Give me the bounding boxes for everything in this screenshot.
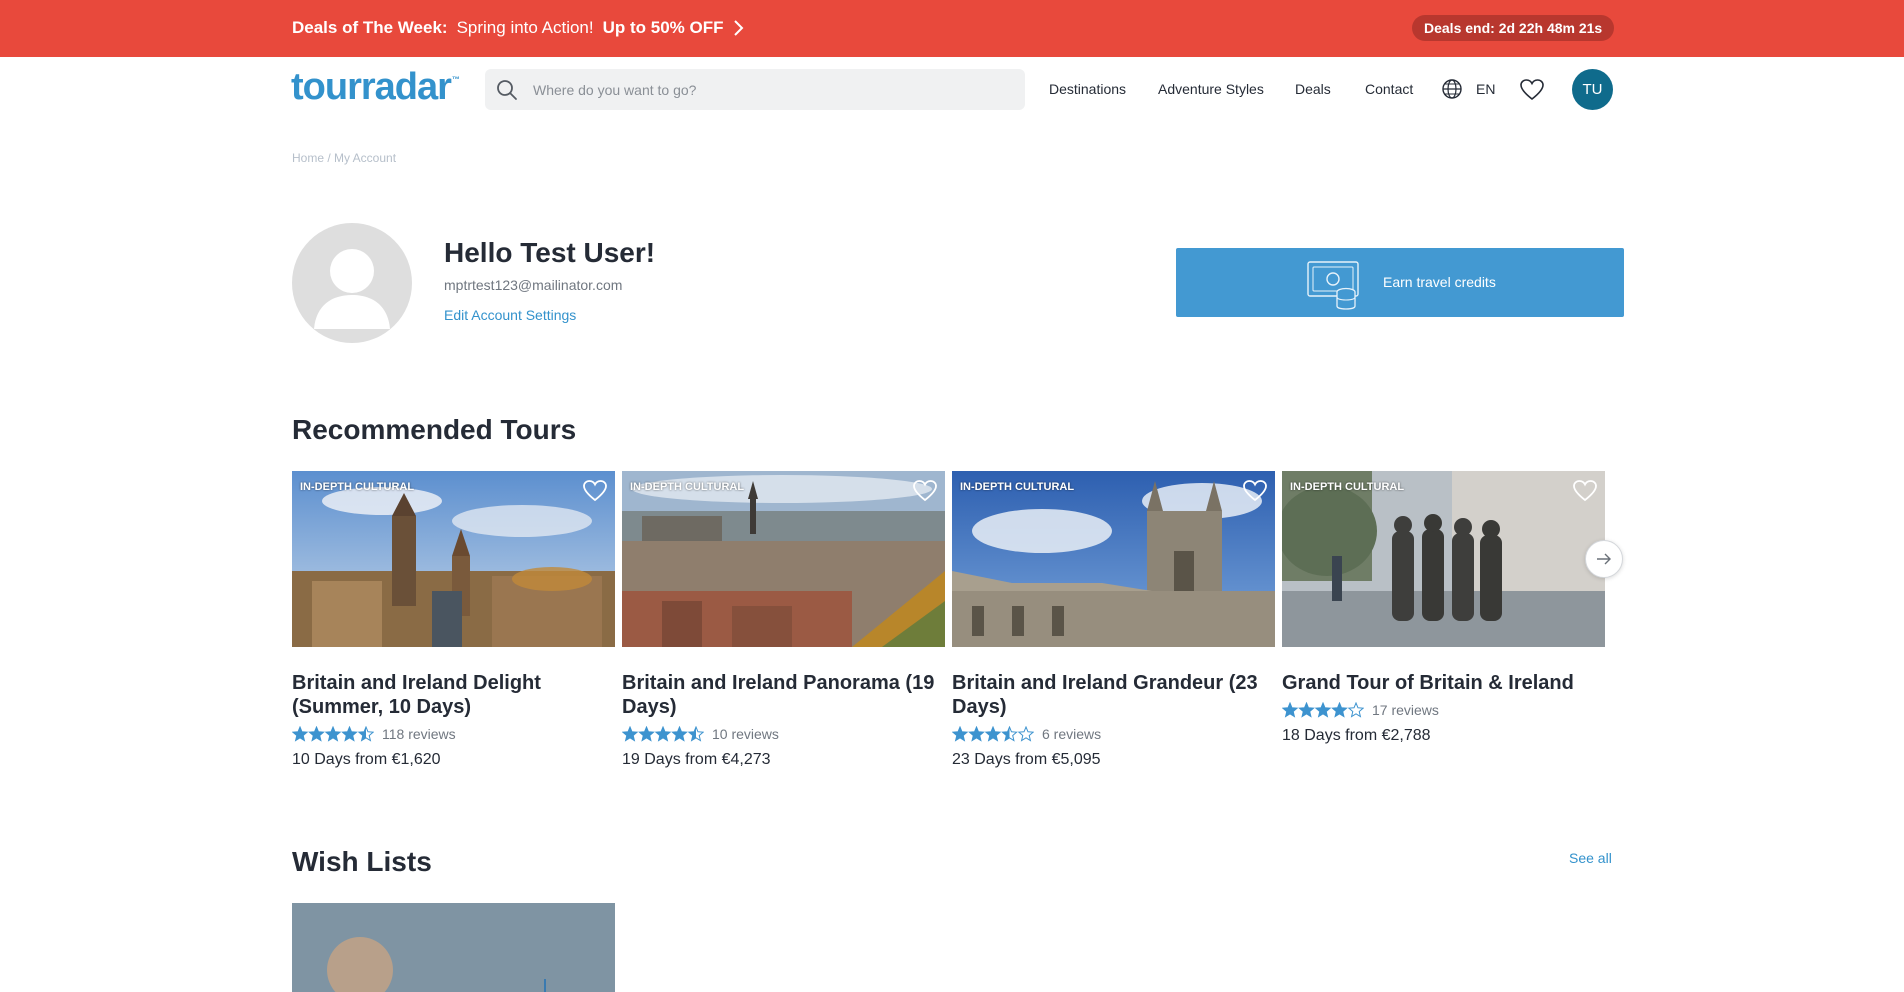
star-filled	[985, 727, 1001, 741]
tour-photo-abbey	[952, 471, 1275, 647]
user-avatar-button[interactable]: TU	[1572, 69, 1613, 110]
language-selector[interactable]: EN	[1476, 81, 1495, 97]
promo-text[interactable]: Deals of The Week: Spring into Action! U…	[292, 18, 745, 38]
star-filled	[1315, 703, 1331, 717]
star-filled	[309, 727, 324, 741]
chevron-right-icon	[733, 20, 743, 36]
tour-price: 23 Days from €5,095	[952, 751, 1101, 768]
user-silhouette-icon	[314, 249, 390, 329]
tour-card[interactable]: IN-DEPTH CULTURAL Britain and Ireland De…	[292, 471, 615, 769]
breadcrumb[interactable]: Home / My Account	[292, 151, 396, 165]
star-filled	[672, 727, 687, 741]
review-count[interactable]: 17 reviews	[1372, 702, 1439, 718]
star-rating-icon	[1282, 702, 1364, 718]
tour-price: 19 Days from €4,273	[622, 751, 771, 768]
review-count[interactable]: 10 reviews	[712, 726, 779, 742]
nav-adventure-styles[interactable]: Adventure Styles	[1158, 81, 1264, 97]
tour-card[interactable]: IN-DEPTH CULTURAL Britain and Ireland Gr…	[952, 471, 1275, 769]
recommended-tours-heading: Recommended Tours	[292, 414, 577, 445]
star-filled	[952, 727, 968, 741]
tour-title[interactable]: Britain and Ireland Delight (Summer, 10 …	[292, 671, 615, 719]
tour-photo-city	[292, 471, 615, 647]
star-filled	[325, 727, 341, 741]
star-filled	[292, 727, 308, 741]
heart-icon[interactable]	[1572, 479, 1598, 503]
star-filled	[1299, 703, 1314, 717]
countdown-value: 2d 22h 48m 21s	[1498, 20, 1603, 36]
tour-photo-statues	[1282, 471, 1605, 647]
tour-tag: IN-DEPTH CULTURAL	[300, 481, 415, 493]
logo[interactable]: tourradar™	[291, 66, 460, 109]
tour-rating: 6 reviews	[952, 725, 1275, 743]
promo-message: Spring into Action!	[456, 18, 594, 37]
heart-icon[interactable]	[1242, 479, 1268, 503]
tour-title[interactable]: Britain and Ireland Panorama (19 Days)	[622, 671, 945, 719]
search-input[interactable]	[533, 69, 1013, 110]
tour-rating: 17 reviews	[1282, 701, 1605, 719]
see-all-link[interactable]: See all	[1569, 850, 1612, 866]
star-filled	[969, 727, 984, 741]
wish-list-card[interactable]	[292, 903, 615, 992]
tour-tag: IN-DEPTH CULTURAL	[1290, 481, 1405, 493]
search-bar[interactable]	[485, 69, 1025, 110]
tour-card[interactable]: IN-DEPTH CULTURAL Grand Tour of Britain …	[1282, 471, 1605, 745]
earn-travel-credits-button[interactable]: Earn travel credits	[1176, 248, 1624, 317]
tour-title[interactable]: Britain and Ireland Grandeur (23 Days)	[952, 671, 1275, 719]
tour-tag: IN-DEPTH CULTURAL	[630, 481, 745, 493]
tour-title[interactable]: Grand Tour of Britain & Ireland	[1282, 671, 1605, 695]
arrow-right-icon	[1597, 553, 1611, 565]
money-coins-icon	[1307, 261, 1359, 310]
star-outline	[1017, 726, 1034, 742]
star-filled	[655, 727, 671, 741]
star-filled	[1282, 703, 1298, 717]
credits-label: Earn travel credits	[1383, 274, 1496, 290]
star-filled	[639, 727, 654, 741]
carousel-next-button[interactable]	[1585, 540, 1623, 578]
greeting: Hello Test User!	[444, 237, 656, 268]
star-rating-icon	[952, 726, 1034, 742]
star-filled	[342, 727, 357, 741]
heart-icon[interactable]	[912, 479, 938, 503]
tour-image[interactable]: IN-DEPTH CULTURAL	[952, 471, 1275, 647]
tour-image[interactable]: IN-DEPTH CULTURAL	[1282, 471, 1605, 647]
tour-tag: IN-DEPTH CULTURAL	[960, 481, 1075, 493]
logo-trademark: ™	[451, 75, 460, 84]
deals-countdown: Deals end: 2d 22h 48m 21s	[1412, 15, 1615, 41]
star-filled	[622, 727, 638, 741]
star-outline	[1347, 702, 1364, 718]
heart-icon[interactable]	[1519, 78, 1545, 102]
user-email: mptrtest123@mailinator.com	[444, 277, 623, 293]
globe-icon[interactable]	[1441, 78, 1463, 100]
tour-photo-panorama	[622, 471, 945, 647]
tour-image[interactable]: IN-DEPTH CULTURAL	[292, 471, 615, 647]
tour-rating: 10 reviews	[622, 725, 945, 743]
tour-price: 10 Days from €1,620	[292, 751, 441, 768]
promo-banner[interactable]: Deals of The Week: Spring into Action! U…	[0, 0, 1904, 57]
tour-card[interactable]: IN-DEPTH CULTURAL Britain and Ireland Pa…	[622, 471, 945, 769]
nav-contact[interactable]: Contact	[1365, 81, 1413, 97]
logo-text: tourradar	[291, 66, 452, 108]
tour-image[interactable]: IN-DEPTH CULTURAL	[622, 471, 945, 647]
review-count[interactable]: 118 reviews	[382, 726, 456, 742]
tour-rating: 118 reviews	[292, 725, 615, 743]
review-count[interactable]: 6 reviews	[1042, 726, 1101, 742]
search-icon	[497, 80, 517, 100]
star-filled	[1332, 703, 1347, 717]
wish-list-cover-detail	[544, 979, 546, 992]
avatar	[292, 223, 412, 343]
tour-price: 18 Days from €2,788	[1282, 727, 1431, 744]
wish-list-cover-image	[327, 937, 393, 992]
deadline-label: Deals end:	[1424, 20, 1495, 36]
star-rating-icon	[292, 726, 374, 742]
nav-deals[interactable]: Deals	[1295, 81, 1331, 97]
promo-label: Deals of The Week:	[292, 18, 448, 37]
edit-account-settings-link[interactable]: Edit Account Settings	[444, 307, 576, 323]
star-rating-icon	[622, 726, 704, 742]
promo-offer: Up to 50% OFF	[602, 18, 724, 37]
wish-lists-heading: Wish Lists	[292, 846, 432, 877]
heart-icon[interactable]	[582, 479, 608, 503]
nav-destinations[interactable]: Destinations	[1049, 81, 1126, 97]
